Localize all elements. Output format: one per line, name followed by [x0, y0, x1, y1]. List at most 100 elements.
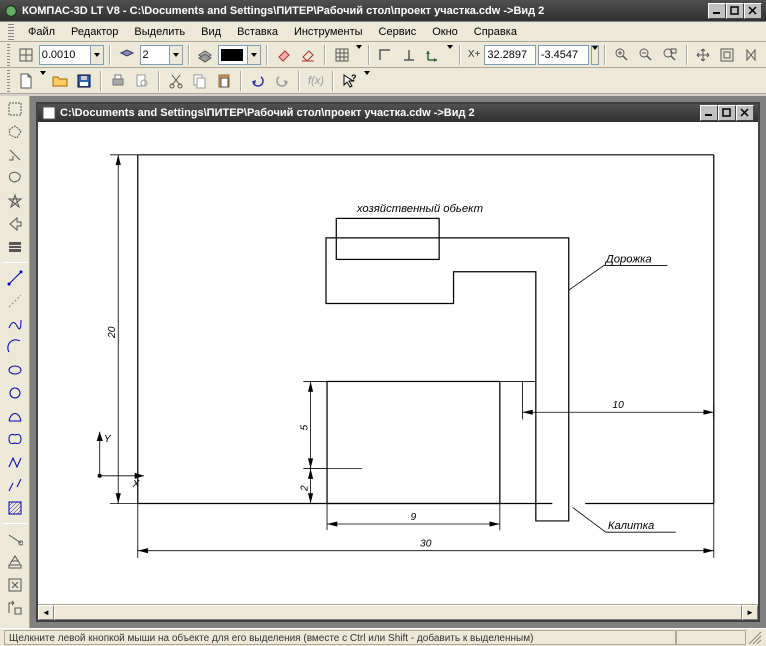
grid-dropdown-icon[interactable]	[355, 44, 363, 66]
menu-help[interactable]: Справка	[468, 24, 523, 40]
new-dropdown-icon[interactable]	[39, 70, 47, 92]
mdi-area: C:\Documents and Settings\ПИТЕР\Рабочий …	[30, 96, 766, 628]
color-dropdown[interactable]	[248, 45, 261, 65]
layer-dropdown[interactable]	[170, 45, 183, 65]
select-tool-icon[interactable]	[2, 98, 28, 120]
x-coord-field[interactable]	[484, 45, 535, 65]
aux-line-icon[interactable]	[2, 290, 28, 312]
menubar: Файл Редактор Выделить Вид Вставка Инстр…	[0, 22, 766, 42]
new-icon[interactable]	[15, 70, 37, 92]
eraser-icon[interactable]	[273, 44, 295, 66]
redo-icon[interactable]	[271, 70, 293, 92]
scroll-left-icon[interactable]: ◄	[38, 605, 54, 620]
fx-icon[interactable]: f(x)	[305, 70, 327, 92]
polyline-icon[interactable]	[2, 451, 28, 473]
hatch-icon[interactable]	[2, 497, 28, 519]
point-icon[interactable]	[2, 474, 28, 496]
doc-minimize-button[interactable]	[700, 105, 718, 121]
scroll-thumb[interactable]	[54, 605, 742, 620]
coord-dropdown[interactable]	[591, 45, 599, 65]
x-label: X+	[466, 49, 483, 60]
pan-icon[interactable]	[693, 44, 715, 66]
color-combo[interactable]	[218, 45, 261, 65]
dimension-icon[interactable]	[2, 528, 28, 550]
document-window: C:\Documents and Settings\ПИТЕР\Рабочий …	[36, 102, 760, 622]
line-tool-icon[interactable]	[2, 267, 28, 289]
horizontal-scrollbar[interactable]: ◄ ►	[38, 604, 758, 620]
menu-view[interactable]: Вид	[195, 24, 227, 40]
perp-icon[interactable]	[398, 44, 420, 66]
circle-icon[interactable]	[2, 382, 28, 404]
ellipse-icon[interactable]	[2, 359, 28, 381]
maximize-button[interactable]	[726, 3, 744, 19]
zoom-in-icon[interactable]	[611, 44, 633, 66]
drawing-canvas[interactable]: хозяйственный обьект Дорожка	[38, 122, 758, 604]
text-icon[interactable]	[2, 551, 28, 573]
menu-file[interactable]: Файл	[22, 24, 61, 40]
dim-10: 10	[612, 400, 624, 411]
layers-icon[interactable]	[116, 44, 138, 66]
step-combo[interactable]	[39, 45, 104, 65]
grid-icon[interactable]	[331, 44, 353, 66]
select-cross-icon[interactable]	[2, 190, 28, 212]
minimize-button[interactable]	[708, 3, 726, 19]
print-icon[interactable]	[107, 70, 129, 92]
dim-2: 2	[299, 485, 310, 492]
paste-icon[interactable]	[213, 70, 235, 92]
snap-icon[interactable]	[15, 44, 37, 66]
scroll-right-icon[interactable]: ►	[742, 605, 758, 620]
toolbar2-gripper[interactable]	[7, 70, 10, 92]
cut-icon[interactable]	[165, 70, 187, 92]
layer-combo[interactable]	[140, 45, 183, 65]
step-input[interactable]	[42, 49, 88, 61]
arc-icon[interactable]	[2, 336, 28, 358]
menu-insert[interactable]: Вставка	[231, 24, 284, 40]
preview-icon[interactable]	[131, 70, 153, 92]
menu-select[interactable]: Выделить	[128, 24, 191, 40]
label-gate: Калитка	[608, 520, 655, 532]
svg-text:Y: Y	[104, 434, 112, 445]
menubar-gripper[interactable]	[8, 24, 14, 40]
zoom-window-icon[interactable]	[659, 44, 681, 66]
dim-30: 30	[420, 539, 432, 550]
dim-5: 5	[299, 424, 310, 430]
layer-input[interactable]	[143, 49, 167, 61]
menu-service[interactable]: Сервис	[373, 24, 423, 40]
select-poly-icon[interactable]	[2, 121, 28, 143]
open-icon[interactable]	[49, 70, 71, 92]
y-coord-field[interactable]	[538, 45, 589, 65]
select-lasso-icon[interactable]	[2, 167, 28, 189]
spline-icon[interactable]	[2, 313, 28, 335]
select-prev-icon[interactable]	[2, 144, 28, 166]
eraser2-icon[interactable]	[297, 44, 319, 66]
close-button[interactable]	[744, 3, 762, 19]
cs-dropdown-icon[interactable]	[446, 44, 454, 66]
ortho-icon[interactable]	[375, 44, 397, 66]
menu-window[interactable]: Окно	[426, 24, 464, 40]
help-dropdown-icon[interactable]	[363, 70, 371, 92]
zoom-out-icon[interactable]	[635, 44, 657, 66]
doc-maximize-button[interactable]	[718, 105, 736, 121]
leader-icon[interactable]	[2, 574, 28, 596]
select-all-icon[interactable]	[2, 236, 28, 258]
svg-text:X: X	[132, 479, 141, 490]
save-icon[interactable]	[73, 70, 95, 92]
refresh-icon[interactable]	[740, 44, 762, 66]
local-cs-icon[interactable]	[422, 44, 444, 66]
table-icon[interactable]	[2, 597, 28, 619]
zoom-fit-icon[interactable]	[716, 44, 738, 66]
copy-icon[interactable]	[189, 70, 211, 92]
help-cursor-icon[interactable]: ?	[339, 70, 361, 92]
rect-tool-icon[interactable]	[2, 428, 28, 450]
select-type-icon[interactable]	[2, 213, 28, 235]
menu-tools[interactable]: Инструменты	[288, 24, 369, 40]
doc-close-button[interactable]	[736, 105, 754, 121]
step-dropdown[interactable]	[91, 45, 104, 65]
bezier-icon[interactable]	[2, 405, 28, 427]
resize-grip-icon[interactable]	[748, 631, 762, 645]
toolbar-gripper[interactable]	[7, 44, 10, 66]
menu-edit[interactable]: Редактор	[65, 24, 124, 40]
state-icon[interactable]	[195, 44, 217, 66]
undo-icon[interactable]	[247, 70, 269, 92]
dim-20: 20	[107, 326, 118, 339]
